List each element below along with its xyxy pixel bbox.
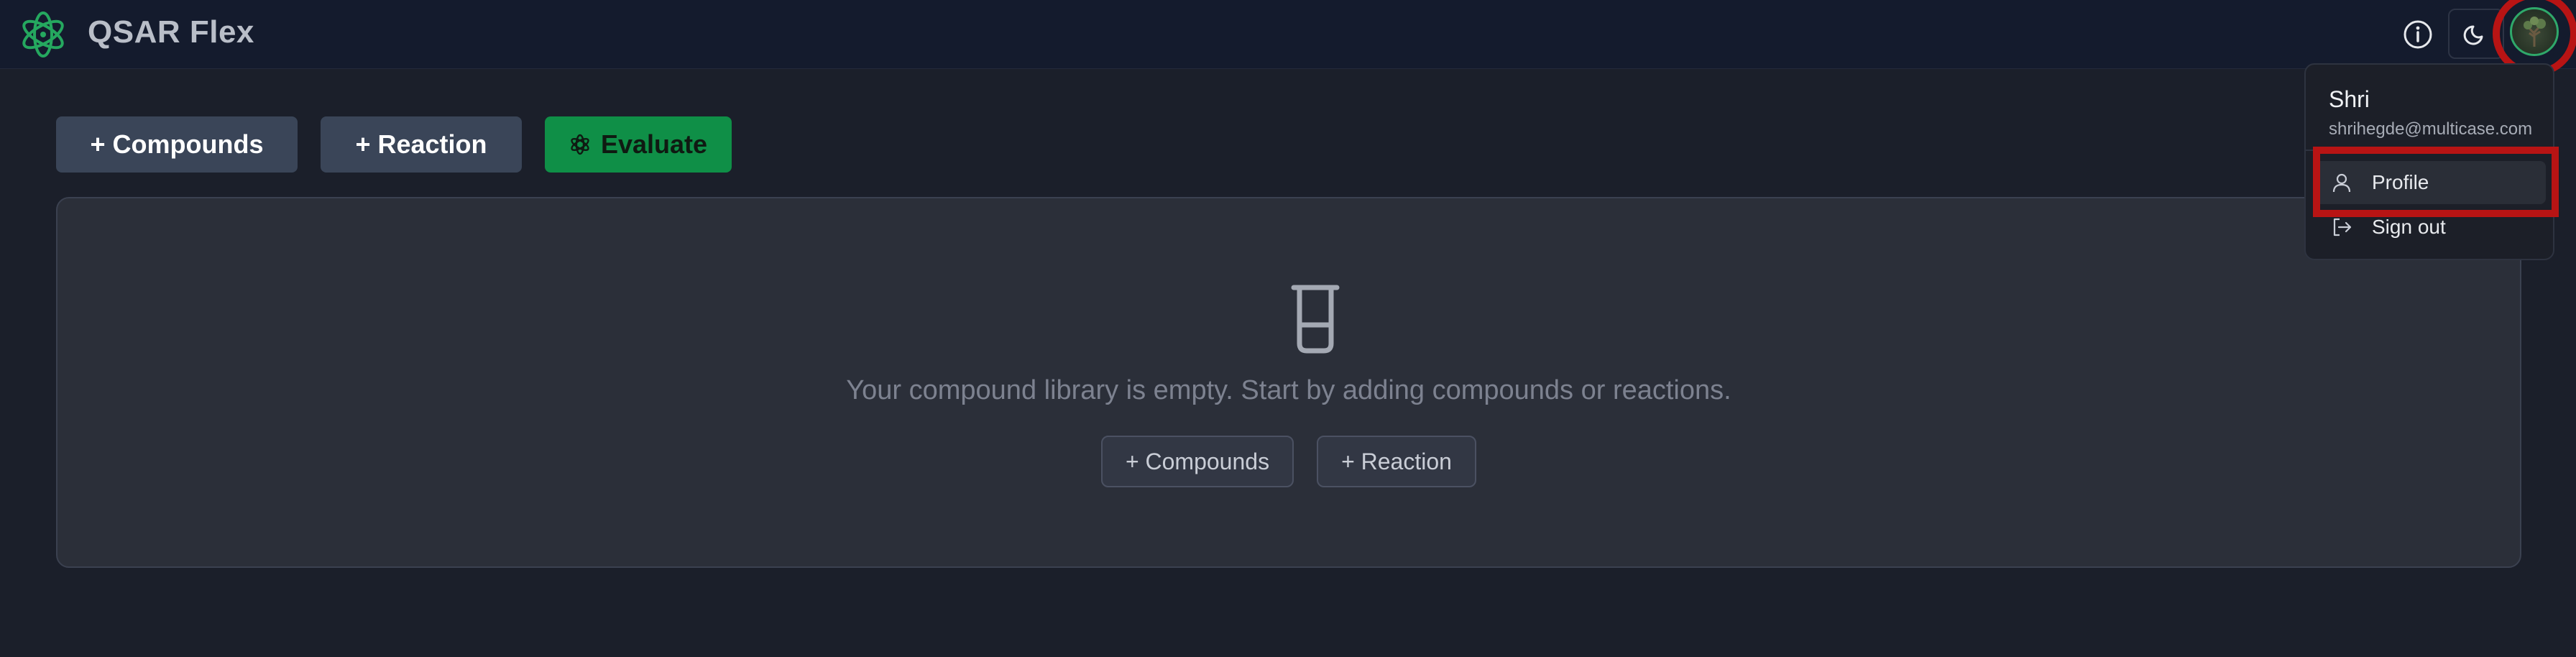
moon-icon — [2463, 25, 2483, 45]
atom-flower-logo-icon[interactable] — [17, 9, 69, 60]
menu-item-profile[interactable]: Profile — [2314, 161, 2546, 204]
evaluate-button[interactable]: Evaluate — [545, 116, 732, 173]
menu-item-label: Profile — [2372, 171, 2429, 193]
empty-add-reaction-button[interactable]: + Reaction — [1317, 436, 1476, 487]
empty-add-compounds-button[interactable]: + Compounds — [1101, 436, 1294, 487]
menu-divider — [2306, 150, 2553, 151]
user-email: shrihegde@multicase.com — [2329, 119, 2533, 139]
user-name: Shri — [2329, 86, 2370, 112]
user-icon — [2332, 173, 2351, 193]
evaluate-label: Evaluate — [600, 129, 708, 159]
add-reaction-button[interactable]: + Reaction — [321, 116, 522, 173]
info-button[interactable] — [2398, 14, 2438, 55]
sign-out-icon — [2333, 218, 2352, 236]
add-compounds-button[interactable]: + Compounds — [56, 116, 298, 173]
empty-library-message: Your compound library is empty. Start by… — [846, 375, 1731, 405]
app-title: QSAR Flex — [88, 14, 254, 50]
compound-library-panel: Your compound library is empty. Start by… — [56, 197, 2521, 568]
top-header: QSAR Flex — [0, 0, 2576, 76]
beaker-icon — [1291, 285, 1340, 354]
theme-toggle-button[interactable] — [2448, 9, 2504, 59]
user-menu-dropdown: Shri shrihegde@multicase.com Profile Sig… — [2304, 63, 2554, 260]
user-avatar[interactable] — [2510, 7, 2559, 56]
menu-item-label: Sign out — [2372, 216, 2446, 238]
menu-item-sign-out[interactable]: Sign out — [2314, 206, 2546, 249]
atom-icon — [571, 134, 589, 155]
info-icon — [2404, 20, 2432, 49]
avatar-image — [2524, 17, 2546, 47]
